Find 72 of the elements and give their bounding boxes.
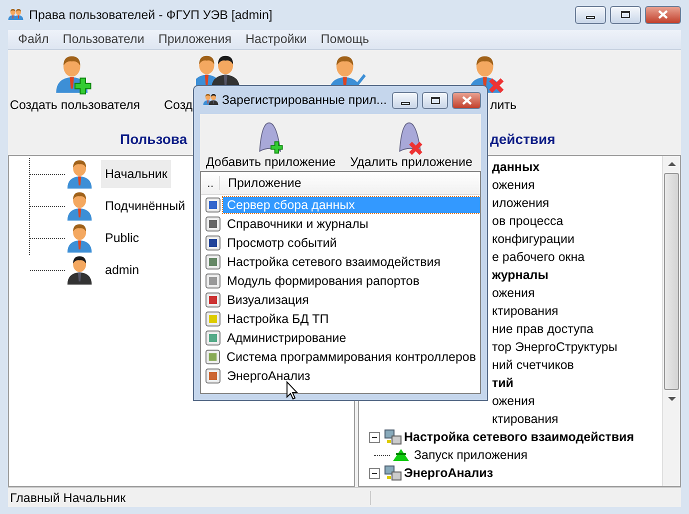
app-icon [384,429,402,446]
menu-item[interactable]: Помощь [314,32,376,46]
app-icon [205,272,221,288]
expand-toggle[interactable] [369,468,380,479]
column-header[interactable]: Приложение [219,176,302,190]
user-item[interactable]: admin [101,256,144,284]
app-icon [205,330,221,346]
tree-node[interactable]: е рабочего окна [492,250,585,264]
tree-node[interactable]: ние прав доступа [492,322,594,336]
tree-node[interactable]: тор ЭнергоСтруктуры [492,340,618,354]
tree-node[interactable]: ний счетчиков [492,358,574,372]
section-heading: Пользова [120,130,188,147]
toolbar-button[interactable]: Добавить приложение [200,121,342,169]
app-icon [384,465,402,482]
tree-node[interactable]: ожения [492,394,535,408]
user-item[interactable]: Public [101,224,144,252]
app-icon [205,292,221,308]
tree-node[interactable]: ктирования [492,412,558,426]
list-item[interactable]: Настройка БД ТП [223,310,480,326]
tree-node[interactable]: ожения [492,178,535,192]
app-icon [205,234,221,250]
list-item[interactable]: Настройка сетевого взаимодействия [223,254,480,270]
user-item[interactable]: Подчинённый [101,192,190,220]
app-icon [205,254,221,270]
minimize-button[interactable] [392,92,418,108]
dialog-title: Зарегистрированные прил... [222,93,387,107]
expand-toggle[interactable] [369,432,380,443]
app-icon [205,216,221,232]
tree-node[interactable]: Настройка сетевого взаимодействия [404,430,634,444]
close-icon [658,10,668,20]
list-item[interactable]: Модуль формирования рапортов [223,272,480,288]
app-icon [203,93,219,107]
list-item[interactable]: Визуализация [223,292,480,308]
app-icon [205,368,221,384]
close-icon [462,96,472,104]
menu-item[interactable]: Пользователи [56,32,152,46]
tree-node[interactable]: Запуск приложения [414,448,528,462]
app-icon [205,348,220,364]
minimize-button[interactable] [575,6,606,24]
list-item[interactable]: Система программирования контроллеров [222,348,480,364]
column-header[interactable]: .. [201,176,219,190]
tree-node[interactable]: ктирования [492,304,558,318]
app-icon [205,310,221,326]
toolbar-button[interactable]: Удалить приложение [342,121,481,169]
tree-node[interactable]: иложения [492,196,550,210]
maximize-button[interactable] [422,92,448,108]
menu-item[interactable]: Настройки [238,32,314,46]
maximize-button[interactable] [610,6,641,24]
list-item[interactable]: Просмотр событий [223,234,480,250]
toolbar-button[interactable]: Создать пользователя [8,52,142,112]
tree-node[interactable]: ЭнергоАнализ [404,466,494,480]
scrollbar[interactable] [662,156,680,486]
app-icon [8,8,24,22]
list-item[interactable]: Администрирование [223,330,480,346]
app-icon [205,196,221,212]
tree-node[interactable]: конфигурации [492,232,574,246]
status-text: Главный Начальник [8,490,371,505]
list-item[interactable]: ЭнергоАнализ [223,368,480,384]
user-item[interactable]: Начальник [101,160,172,188]
close-button[interactable] [452,92,481,108]
window-title: Права пользователей - ФГУП УЭВ [admin] [29,8,272,22]
menu-item[interactable]: Приложения [151,32,238,46]
menu-item[interactable]: Файл [11,32,56,46]
triangle-icon [392,448,410,462]
list-item[interactable]: Справочники и журналы [223,216,480,232]
tree-node[interactable]: ов процесса [492,214,564,228]
tree-node[interactable]: данных [492,160,540,174]
tree-node[interactable]: тий [492,376,514,390]
close-button[interactable] [645,6,681,24]
tree-node[interactable]: журналы [492,268,548,282]
tree-node[interactable]: ожения [492,286,535,300]
section-heading: действия [490,130,556,147]
